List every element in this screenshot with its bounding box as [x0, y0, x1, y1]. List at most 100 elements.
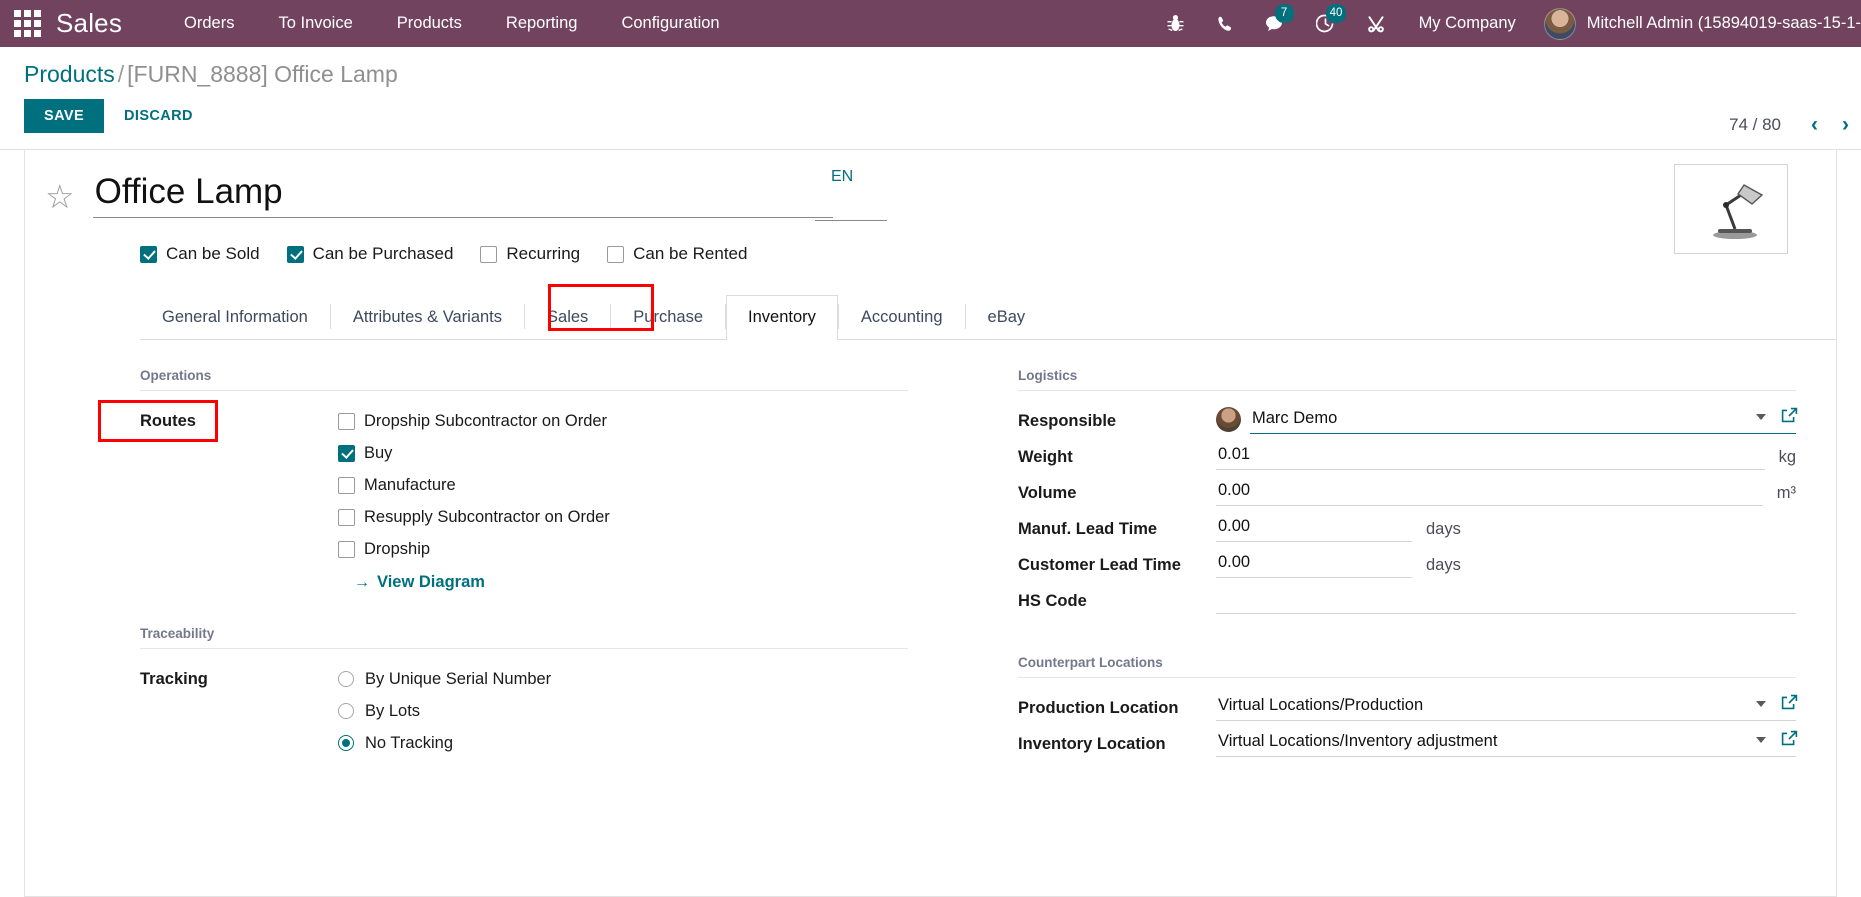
- weight-unit: kg: [1778, 448, 1796, 467]
- checkbox-can-be-purchased[interactable]: Can be Purchased: [286, 244, 454, 264]
- route-dropship[interactable]: Dropship: [338, 533, 908, 565]
- tab-accounting[interactable]: Accounting: [839, 295, 965, 340]
- hs-code-input[interactable]: [1216, 585, 1796, 615]
- tools-icon[interactable]: [1351, 0, 1401, 47]
- navbar-right-section: 7 40 My Company Mitchell Admin (15894019…: [1151, 0, 1861, 47]
- tracking-option-by-unique-serial-number[interactable]: By Unique Serial Number: [338, 663, 908, 695]
- breadcrumb: Products / [FURN_8888] Office Lamp: [24, 61, 1837, 88]
- tab-general-information[interactable]: General Information: [140, 295, 330, 340]
- product-name-input[interactable]: [92, 172, 833, 219]
- tab-inventory[interactable]: Inventory: [726, 295, 838, 341]
- inventory-location-input[interactable]: [1216, 728, 1796, 758]
- operations-group-title: Operations: [140, 368, 908, 392]
- chevron-down-icon[interactable]: [1756, 701, 1766, 708]
- save-button[interactable]: SAVE: [24, 99, 105, 133]
- checkbox-box[interactable]: [140, 245, 157, 263]
- inventory-location-label: Inventory Location: [1018, 735, 1166, 754]
- tracking-option-label: No Tracking: [365, 733, 454, 752]
- tab-ebay[interactable]: eBay: [966, 295, 1048, 340]
- manuf-lead-time-field-row: Manuf. Lead Time days: [1018, 513, 1796, 549]
- chevron-down-icon[interactable]: [1756, 737, 1766, 744]
- customer-lead-time-input[interactable]: [1216, 549, 1412, 579]
- hs-code-field-row: HS Code: [1018, 585, 1796, 621]
- radio-button[interactable]: [338, 703, 354, 720]
- manuf-lead-time-field: days: [1216, 513, 1796, 543]
- tracking-option-no-tracking[interactable]: No Tracking: [338, 727, 908, 759]
- weight-input[interactable]: [1216, 441, 1765, 471]
- external-link-icon[interactable]: [1781, 407, 1798, 429]
- tab-attributes-variants[interactable]: Attributes & Variants: [331, 295, 524, 340]
- radio-button[interactable]: [338, 671, 354, 688]
- discard-button[interactable]: DISCARD: [104, 99, 213, 133]
- bug-icon[interactable]: [1151, 0, 1200, 47]
- checkbox-can-be-rented[interactable]: Can be Rented: [607, 244, 747, 264]
- checkbox-recurring[interactable]: Recurring: [480, 244, 580, 264]
- tracking-option-by-lots[interactable]: By Lots: [338, 695, 908, 727]
- customer-lead-time-field-row: Customer Lead Time days: [1018, 549, 1796, 585]
- messages-icon[interactable]: 7: [1249, 0, 1300, 47]
- nav-item-products[interactable]: Products: [375, 0, 484, 47]
- view-diagram-link[interactable]: → View Diagram: [354, 573, 485, 592]
- notebook-tabs: General Information Attributes & Variant…: [140, 294, 1836, 341]
- tracking-label: Tracking: [140, 670, 208, 689]
- responsible-field: [1216, 405, 1798, 435]
- activities-clock-icon[interactable]: 40: [1300, 0, 1351, 47]
- avatar: [1216, 407, 1241, 433]
- phone-icon[interactable]: [1200, 0, 1249, 47]
- right-column: Logistics Responsible Marc Demo Weight 0…: [968, 368, 1798, 798]
- manuf-lead-time-input[interactable]: [1216, 513, 1412, 543]
- radio-button[interactable]: [338, 735, 354, 752]
- language-tag[interactable]: EN: [831, 168, 853, 186]
- nav-item-reporting[interactable]: Reporting: [484, 0, 600, 47]
- checkbox-box[interactable]: [607, 245, 625, 263]
- checkbox-box[interactable]: [338, 476, 355, 494]
- tab-sales[interactable]: Sales: [525, 295, 610, 340]
- route-buy[interactable]: Buy: [338, 437, 908, 469]
- volume-input[interactable]: [1216, 477, 1763, 507]
- production-location-input[interactable]: [1216, 692, 1796, 722]
- route-dropship-subcontractor-on-order[interactable]: Dropship Subcontractor on Order: [338, 405, 908, 437]
- responsible-input[interactable]: [1250, 405, 1796, 435]
- counterpart-locations-group: Counterpart Locations Production Locatio…: [1018, 655, 1798, 764]
- product-image[interactable]: [1674, 164, 1788, 254]
- checkbox-box[interactable]: [480, 245, 498, 263]
- inventory-location-field: [1216, 728, 1798, 758]
- volume-field-row: Volume m³: [1018, 477, 1796, 513]
- nav-item-to-invoice[interactable]: To Invoice: [256, 0, 374, 47]
- checkbox-label: Can be Rented: [633, 244, 748, 264]
- route-label: Dropship Subcontractor on Order: [364, 411, 608, 430]
- checkbox-box[interactable]: [338, 412, 355, 430]
- apps-grid-icon[interactable]: [10, 7, 44, 41]
- pager-previous-button[interactable]: ‹: [1799, 114, 1830, 135]
- tab-purchase[interactable]: Purchase: [611, 295, 725, 340]
- user-name-label: Mitchell Admin (15894019-saas-15-1-: [1586, 14, 1861, 32]
- external-link-icon[interactable]: [1781, 694, 1798, 716]
- nav-item-orders[interactable]: Orders: [162, 0, 256, 47]
- weight-field: kg: [1216, 441, 1796, 471]
- user-menu[interactable]: Mitchell Admin (15894019-saas-15-1-: [1534, 7, 1861, 40]
- checkbox-box[interactable]: [338, 444, 355, 462]
- nav-item-configuration[interactable]: Configuration: [599, 0, 741, 47]
- customer-lead-time-unit: days: [1426, 556, 1461, 575]
- chevron-down-icon[interactable]: [1756, 414, 1766, 421]
- checkbox-label: Can be Purchased: [312, 244, 454, 264]
- checkbox-box[interactable]: [338, 508, 355, 526]
- traceability-group-title: Traceability: [140, 626, 908, 650]
- record-action-buttons: SAVE DISCARD: [24, 99, 1837, 133]
- breadcrumb-products-link[interactable]: Products: [24, 61, 115, 87]
- company-selector[interactable]: My Company: [1401, 14, 1534, 33]
- customer-lead-time-field: days: [1216, 549, 1796, 579]
- checkbox-can-be-sold[interactable]: Can be Sold: [140, 244, 260, 264]
- manuf-lead-time-label: Manuf. Lead Time: [1018, 520, 1158, 539]
- checkbox-box[interactable]: [338, 540, 355, 558]
- tabs-filler: [1047, 294, 1812, 339]
- app-brand-sales[interactable]: Sales: [56, 8, 122, 39]
- route-manufacture[interactable]: Manufacture: [338, 469, 908, 501]
- volume-unit: m³: [1776, 484, 1796, 503]
- external-link-icon[interactable]: [1781, 730, 1798, 752]
- route-resupply-subcontractor-on-order[interactable]: Resupply Subcontractor on Order: [338, 501, 908, 533]
- view-diagram-label: View Diagram: [377, 573, 485, 592]
- favorite-star-icon[interactable]: ☆: [45, 180, 75, 213]
- checkbox-box[interactable]: [286, 245, 304, 263]
- pager-next-button[interactable]: ›: [1830, 114, 1861, 135]
